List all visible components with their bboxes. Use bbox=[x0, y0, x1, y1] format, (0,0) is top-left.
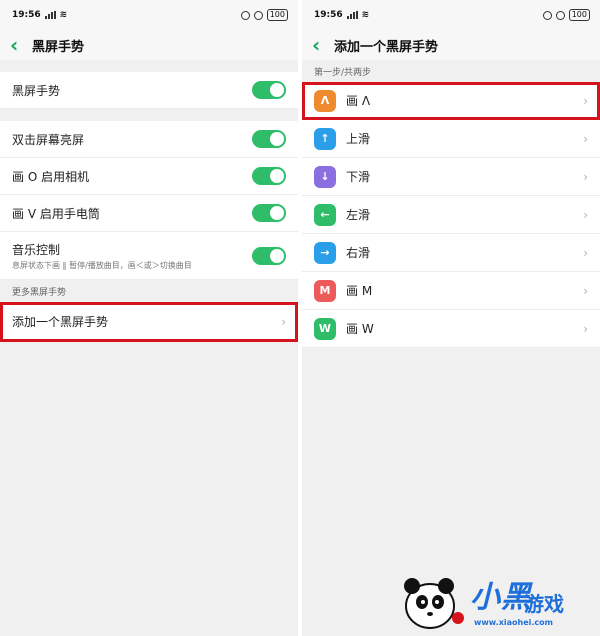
gesture-label: 画 M bbox=[346, 284, 373, 298]
option-row-double-tap[interactable]: 双击屏幕亮屏 bbox=[0, 121, 298, 158]
page-title: 添加一个黑屏手势 bbox=[334, 39, 439, 55]
status-bar: 19:56 ≋ 100 bbox=[302, 0, 600, 30]
status-time: 19:56 bbox=[314, 10, 343, 20]
back-arrow-icon[interactable]: ‹ bbox=[312, 35, 330, 55]
wifi-icon: ≋ bbox=[59, 10, 68, 20]
page-title: 黑屏手势 bbox=[32, 39, 85, 55]
chevron-right-icon: › bbox=[583, 321, 588, 336]
gesture-row[interactable]: ↓ 下滑 › bbox=[302, 158, 600, 196]
status-time: 19:56 bbox=[12, 10, 41, 20]
panda-logo-icon bbox=[404, 578, 464, 629]
gesture-label: 右滑 bbox=[346, 246, 371, 260]
signal-icon bbox=[44, 11, 56, 19]
arrow-right-icon: → bbox=[314, 241, 336, 264]
section-header: 更多黑屏手势 bbox=[0, 280, 298, 302]
nav-bar: ‹ 添加一个黑屏手势 bbox=[302, 30, 600, 60]
status-bar: 19:56 ≋ 100 bbox=[0, 0, 298, 30]
site-watermark-logo: 小黑 游戏 www.xiaohei.com bbox=[400, 566, 596, 632]
letter-m-icon: M bbox=[314, 279, 336, 302]
row-label: 双击屏幕亮屏 bbox=[12, 132, 85, 147]
battery-indicator: 100 bbox=[568, 9, 590, 21]
watermark-brand: 小黑 bbox=[470, 580, 532, 615]
battery-indicator: 100 bbox=[266, 9, 288, 21]
row-label: 画 V 启用手电筒 bbox=[12, 206, 100, 221]
row-label: 画 O 启用相机 bbox=[12, 169, 90, 184]
music-toggle[interactable] bbox=[252, 246, 286, 265]
double-tap-toggle[interactable] bbox=[252, 130, 286, 148]
step-indicator: 第一步/共两步 bbox=[302, 60, 600, 82]
letter-w-icon: W bbox=[314, 317, 336, 340]
back-arrow-icon[interactable]: ‹ bbox=[10, 35, 28, 55]
master-toggle-row[interactable]: 黑屏手势 bbox=[0, 72, 298, 109]
right-screen: 19:56 ≋ 100 ‹ 添加一个黑屏手势 第一步/共两步 Λ 画 Λ › ↑ 上滑 ›… bbox=[302, 0, 600, 636]
gesture-row[interactable]: ↑ 上滑 › bbox=[302, 120, 600, 158]
row-sublabel: 息屏状态下画 ‖ 暂停/播放曲目，画＜或＞切换曲目 bbox=[12, 260, 192, 270]
watermark-url: www.xiaohei.com bbox=[474, 618, 553, 627]
eye-icon bbox=[542, 10, 552, 20]
row-label: 音乐控制 bbox=[12, 242, 61, 257]
gesture-row[interactable]: ← 左滑 › bbox=[302, 196, 600, 234]
option-row-flashlight[interactable]: 画 V 启用手电筒 bbox=[0, 195, 298, 232]
alarm-icon bbox=[555, 10, 565, 20]
chevron-right-icon: › bbox=[583, 283, 588, 298]
gesture-row[interactable]: W 画 W › bbox=[302, 310, 600, 348]
chevron-right-icon: › bbox=[281, 314, 286, 329]
camera-toggle[interactable] bbox=[252, 167, 286, 185]
gesture-label: 画 W bbox=[346, 322, 374, 336]
arrow-left-icon: ← bbox=[314, 203, 336, 226]
arrow-up-icon: ↑ bbox=[314, 127, 336, 150]
caret-up-gesture-icon: Λ bbox=[314, 89, 336, 112]
chevron-right-icon: › bbox=[583, 131, 588, 146]
gesture-label: 画 Λ bbox=[346, 94, 371, 108]
add-gesture-row[interactable]: 添加一个黑屏手势 › bbox=[0, 302, 298, 342]
nav-bar: ‹ 黑屏手势 bbox=[0, 30, 298, 60]
gesture-label: 上滑 bbox=[346, 132, 371, 146]
option-row-camera[interactable]: 画 O 启用相机 bbox=[0, 158, 298, 195]
gesture-row[interactable]: → 右滑 › bbox=[302, 234, 600, 272]
eye-icon bbox=[240, 10, 250, 20]
watermark-brand-sub: 游戏 bbox=[524, 592, 564, 616]
chevron-right-icon: › bbox=[583, 93, 588, 108]
gesture-label: 左滑 bbox=[346, 208, 371, 222]
chevron-right-icon: › bbox=[583, 169, 588, 184]
gesture-label: 下滑 bbox=[346, 170, 371, 184]
row-label: 添加一个黑屏手势 bbox=[12, 315, 109, 329]
left-screen: 19:56 ≋ 100 ‹ 黑屏手势 黑屏手势 双击屏幕亮屏 画 O 启用相机 … bbox=[0, 0, 298, 636]
flashlight-toggle[interactable] bbox=[252, 204, 286, 222]
gesture-list: Λ 画 Λ › ↑ 上滑 › ↓ 下滑 › ← 左滑 › → 右滑 › M 画 M › W 画 W › bbox=[302, 82, 600, 348]
alarm-icon bbox=[253, 10, 263, 20]
gesture-row[interactable]: Λ 画 Λ › bbox=[302, 82, 600, 120]
chevron-right-icon: › bbox=[583, 207, 588, 222]
option-row-music[interactable]: 音乐控制 息屏状态下画 ‖ 暂停/播放曲目，画＜或＞切换曲目 bbox=[0, 232, 298, 280]
signal-icon bbox=[346, 11, 358, 19]
master-toggle[interactable] bbox=[252, 81, 286, 99]
wifi-icon: ≋ bbox=[361, 10, 370, 20]
chevron-right-icon: › bbox=[583, 245, 588, 260]
gesture-row[interactable]: M 画 M › bbox=[302, 272, 600, 310]
arrow-down-icon: ↓ bbox=[314, 165, 336, 188]
row-label: 黑屏手势 bbox=[12, 83, 61, 98]
